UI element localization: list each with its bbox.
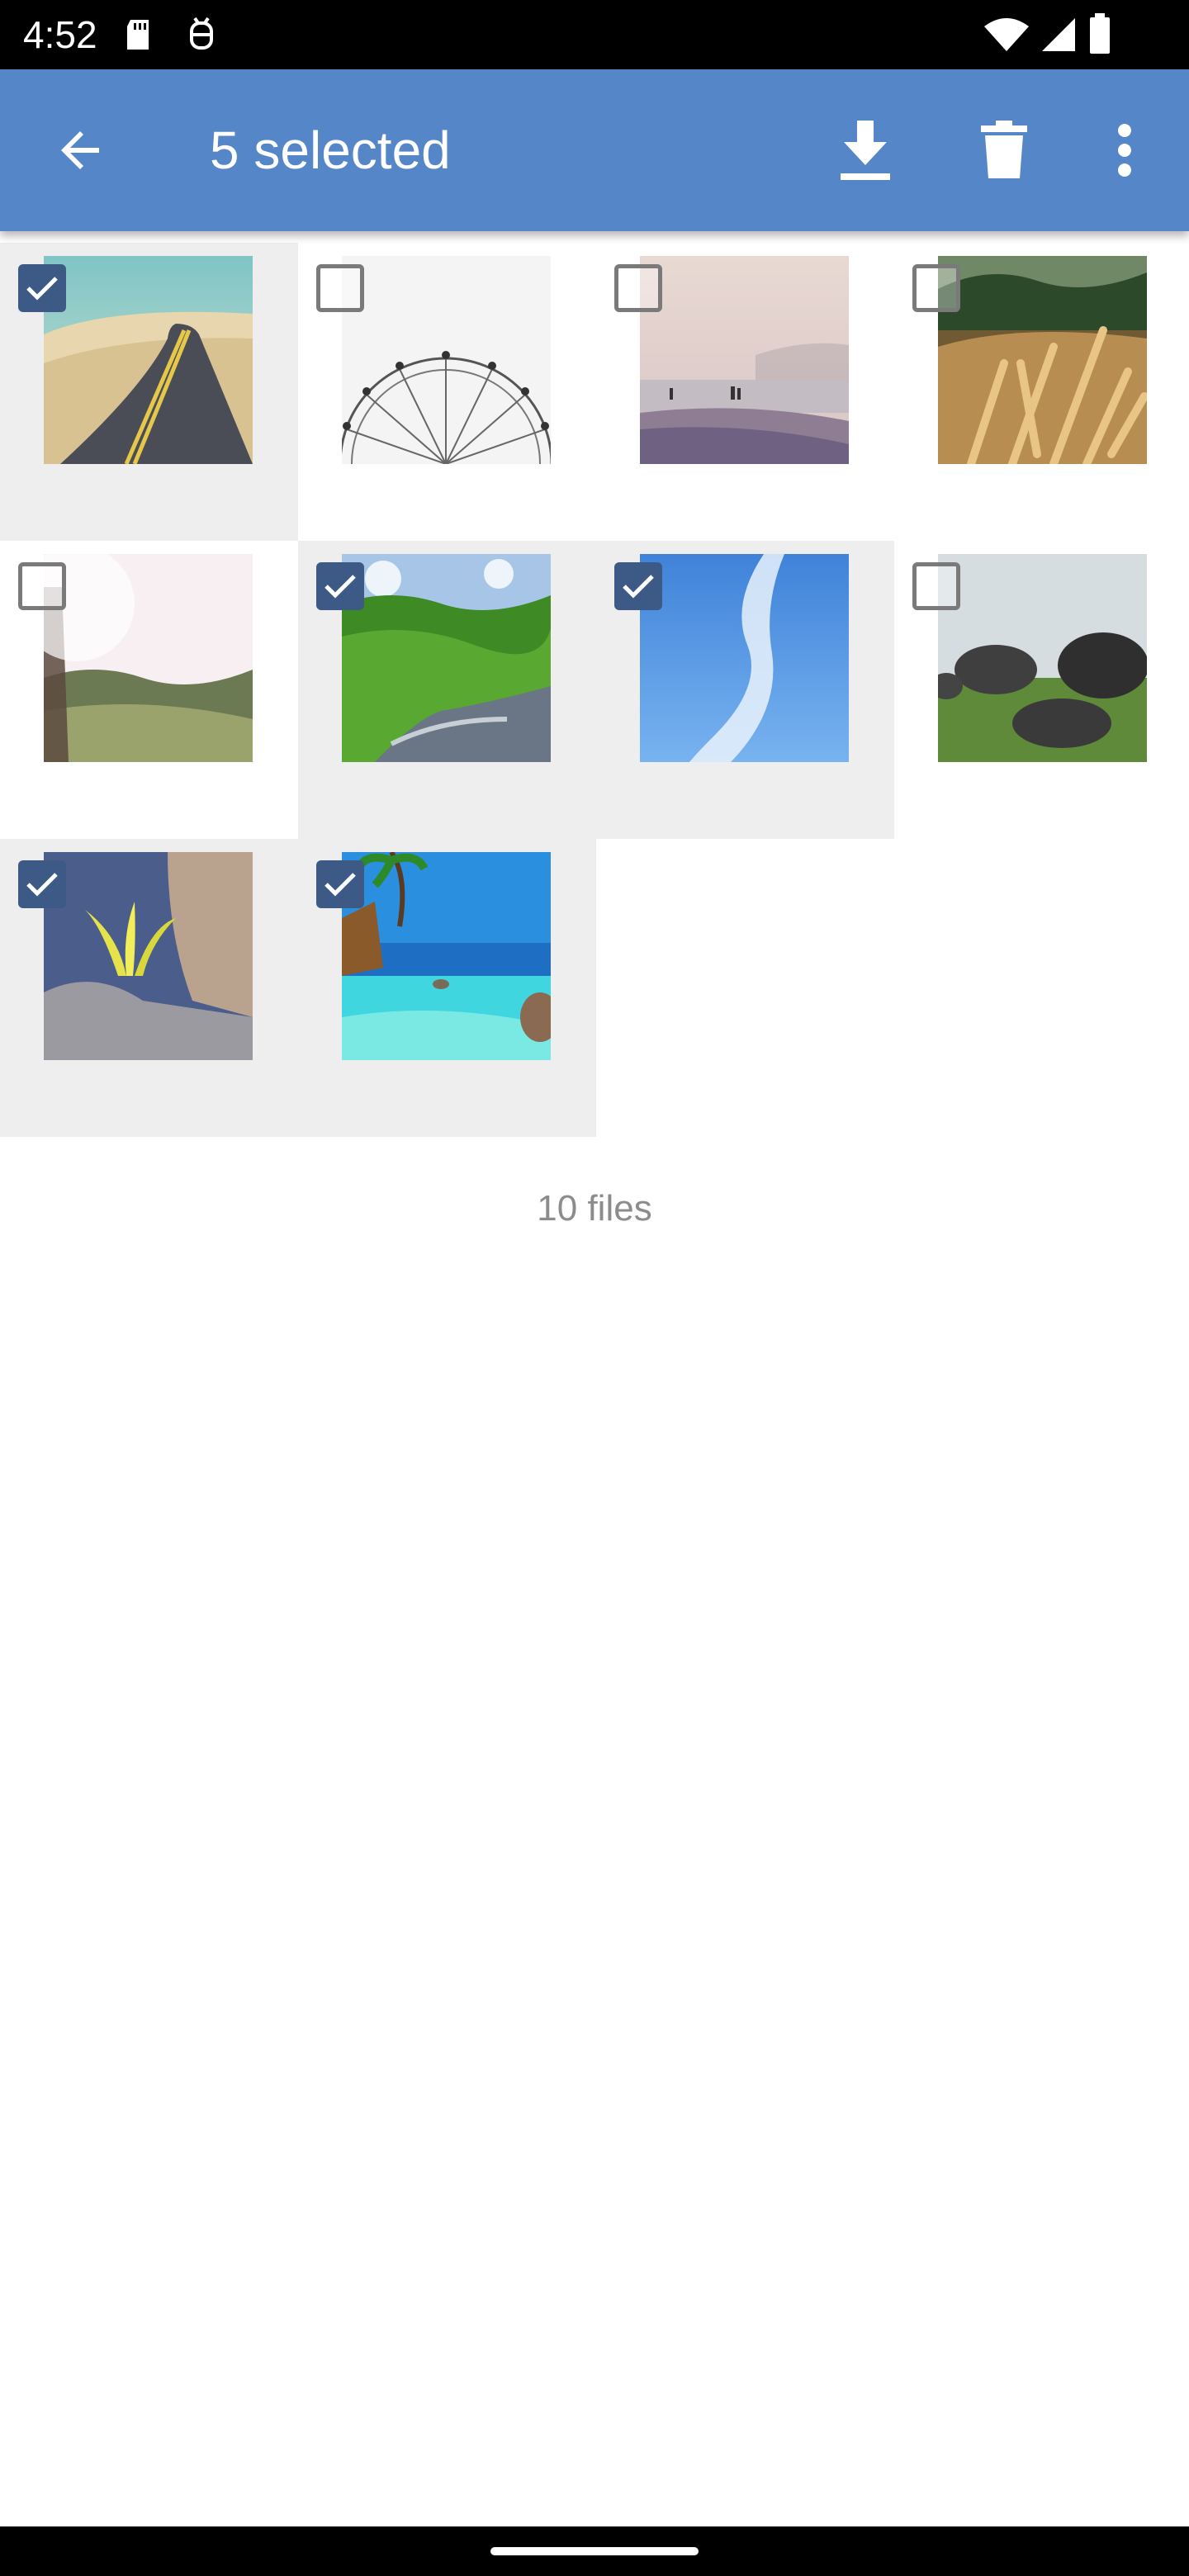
- selection-action-bar: 5 selected: [0, 69, 1189, 231]
- beach-thumbnail: [640, 256, 849, 464]
- grid-item-rocks[interactable]: [894, 541, 1189, 839]
- navigation-bar: [0, 2526, 1189, 2576]
- check-icon: [26, 277, 58, 301]
- status-time: 4:52: [23, 13, 97, 56]
- grid-item-forest-river[interactable]: [298, 541, 596, 839]
- select-checkbox[interactable]: [316, 562, 364, 610]
- select-checkbox[interactable]: [18, 860, 66, 908]
- select-checkbox[interactable]: [316, 860, 364, 908]
- files-count-label: 10 files: [537, 1188, 652, 1229]
- forest-river-thumbnail: [342, 554, 551, 762]
- download-button[interactable]: [819, 104, 912, 197]
- debug-icon: [190, 17, 213, 50]
- check-icon: [324, 575, 356, 599]
- grid-item-ferris-wheel[interactable]: [298, 243, 596, 541]
- grid-item-road[interactable]: [0, 243, 298, 541]
- select-checkbox[interactable]: [614, 562, 662, 610]
- plant-rock-thumbnail: [44, 852, 253, 1060]
- grid-item-beach[interactable]: [596, 243, 894, 541]
- select-checkbox[interactable]: [614, 264, 662, 312]
- sky-cloud-thumbnail: [640, 554, 849, 762]
- grid-item-wheat[interactable]: [894, 243, 1189, 541]
- select-checkbox[interactable]: [18, 562, 66, 610]
- delete-button[interactable]: [958, 104, 1050, 197]
- ferris-wheel-thumbnail: [342, 256, 551, 464]
- trash-icon: [981, 121, 1027, 178]
- status-bar: 4:52: [0, 0, 1189, 69]
- sd-card-icon: [127, 20, 149, 50]
- selection-count-title: 5 selected: [210, 121, 451, 180]
- back-button[interactable]: [35, 104, 127, 197]
- cellular-signal-icon: [1042, 18, 1075, 51]
- grid-item-sky-cloud[interactable]: [596, 541, 894, 839]
- battery-icon: [1090, 13, 1110, 54]
- sunlight-thumbnail: [44, 554, 253, 762]
- check-icon: [324, 873, 356, 897]
- select-checkbox[interactable]: [316, 264, 364, 312]
- grid-item-plant-rock[interactable]: [0, 839, 298, 1137]
- rocks-thumbnail: [938, 554, 1147, 762]
- select-checkbox[interactable]: [912, 562, 960, 610]
- download-icon: [841, 121, 890, 180]
- more-vert-icon: [1118, 124, 1131, 177]
- tropical-pool-thumbnail: [342, 852, 551, 1060]
- more-options-button[interactable]: [1078, 104, 1171, 197]
- wifi-icon: [984, 18, 1029, 51]
- grid-item-tropical-pool[interactable]: [298, 839, 596, 1137]
- wheat-thumbnail: [938, 256, 1147, 464]
- arrow-back-icon: [61, 131, 99, 169]
- check-icon: [623, 575, 654, 599]
- home-gesture-handle[interactable]: [490, 2547, 699, 2555]
- check-icon: [26, 873, 58, 897]
- select-checkbox[interactable]: [18, 264, 66, 312]
- select-checkbox[interactable]: [912, 264, 960, 312]
- road-thumbnail: [44, 256, 253, 464]
- grid-item-sunlight[interactable]: [0, 541, 298, 839]
